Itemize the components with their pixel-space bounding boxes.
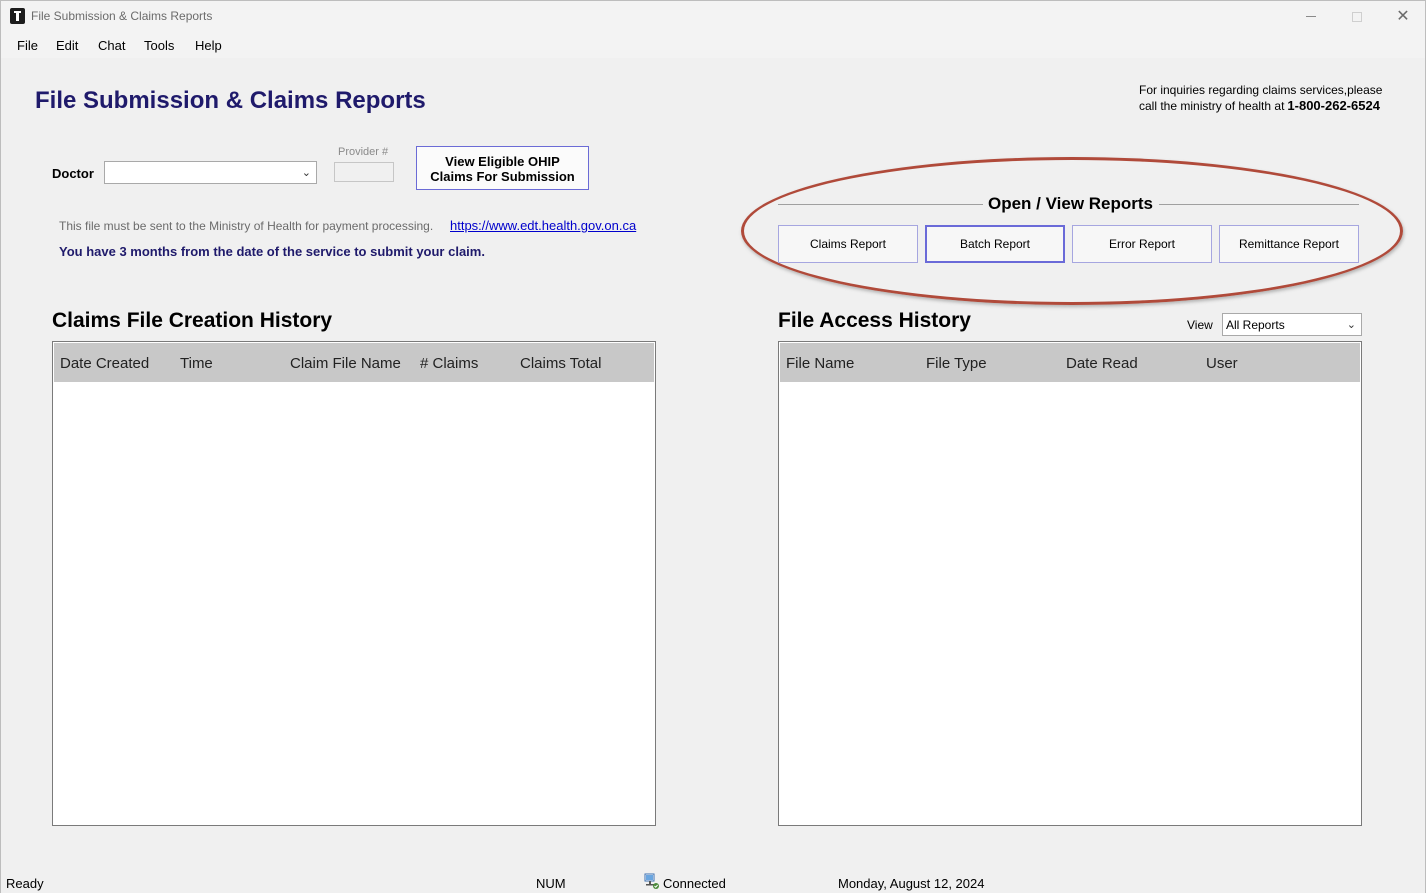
view-eligible-ohip-claims-button[interactable]: View Eligible OHIP Claims For Submission <box>416 146 589 190</box>
menu-bar: File Edit Chat Tools Help <box>1 32 1425 58</box>
group-divider <box>778 204 983 205</box>
ohip-button-line1: View Eligible OHIP <box>445 154 560 169</box>
status-date: Monday, August 12, 2024 <box>838 876 985 891</box>
close-icon: ✕ <box>1396 7 1410 25</box>
claims-history-table[interactable]: Date Created Time Claim File Name # Clai… <box>52 341 656 826</box>
menu-edit[interactable]: Edit <box>56 38 78 53</box>
menu-tools[interactable]: Tools <box>144 38 174 53</box>
doctor-dropdown[interactable]: ⌄ <box>104 161 317 184</box>
title-bar: File Submission & Claims Reports ✕ <box>1 1 1425 32</box>
column-file-type[interactable]: File Type <box>926 355 987 372</box>
status-text: Ready <box>6 876 44 891</box>
inquiry-text: For inquiries regarding claims services,… <box>1139 83 1383 97</box>
inquiry-prefix: call the ministry of health at <box>1139 99 1285 113</box>
page-title: File Submission & Claims Reports <box>35 87 426 114</box>
window-title: File Submission & Claims Reports <box>31 9 213 23</box>
group-divider <box>1159 204 1359 205</box>
column-file-name[interactable]: File Name <box>786 355 854 372</box>
batch-report-button[interactable]: Batch Report <box>925 225 1065 263</box>
chevron-down-icon: ⌄ <box>1346 319 1356 331</box>
menu-chat[interactable]: Chat <box>98 38 125 53</box>
column-time[interactable]: Time <box>180 355 213 372</box>
column-num-claims[interactable]: # Claims <box>420 355 478 372</box>
remittance-report-button[interactable]: Remittance Report <box>1219 225 1359 263</box>
close-button[interactable]: ✕ <box>1380 1 1426 32</box>
error-report-button[interactable]: Error Report <box>1072 225 1212 263</box>
num-lock-indicator: NUM <box>536 876 566 891</box>
phone-number: 1-800-262-6524 <box>1287 98 1380 113</box>
chevron-down-icon: ⌄ <box>301 167 311 179</box>
deadline-note: You have 3 months from the date of the s… <box>59 244 485 259</box>
ohip-button-line2: Claims For Submission <box>430 169 575 184</box>
view-filter-dropdown[interactable]: All Reports ⌄ <box>1222 313 1362 336</box>
view-label: View <box>1187 318 1213 332</box>
claims-history-title: Claims File Creation History <box>52 309 333 332</box>
view-filter-value: All Reports <box>1226 318 1285 332</box>
table-header: File Name File Type Date Read User <box>780 343 1360 382</box>
doctor-label: Doctor <box>52 166 94 181</box>
column-date-read[interactable]: Date Read <box>1066 355 1138 372</box>
minimize-button[interactable] <box>1288 1 1334 32</box>
access-history-table[interactable]: File Name File Type Date Read User <box>778 341 1362 826</box>
column-claim-file-name[interactable]: Claim File Name <box>290 355 401 372</box>
reports-group-title: Open / View Reports <box>988 194 1154 213</box>
maximize-icon <box>1352 11 1362 22</box>
table-header: Date Created Time Claim File Name # Clai… <box>54 343 654 382</box>
minimize-icon <box>1306 16 1316 17</box>
column-date-created[interactable]: Date Created <box>60 355 149 372</box>
app-icon <box>10 8 25 24</box>
provider-label: Provider # <box>338 146 389 158</box>
menu-help[interactable]: Help <box>195 38 222 53</box>
network-connected-icon <box>644 873 659 889</box>
maximize-button[interactable] <box>1334 1 1380 32</box>
column-claims-total[interactable]: Claims Total <box>520 355 601 372</box>
connection-status: Connected <box>663 876 726 891</box>
inquiry-text-line2: call the ministry of health at 1-800-262-… <box>1139 98 1380 113</box>
column-user[interactable]: User <box>1206 355 1238 372</box>
claims-report-button[interactable]: Claims Report <box>778 225 918 263</box>
edt-link[interactable]: https://www.edt.health.gov.on.ca <box>450 218 636 233</box>
access-history-title: File Access History <box>778 309 971 332</box>
menu-file[interactable]: File <box>17 38 38 53</box>
status-bar: Ready NUM Connected Monday, August 12, 2… <box>1 871 1425 893</box>
app-window: File Submission & Claims Reports ✕ File … <box>0 0 1426 893</box>
provider-number-field[interactable] <box>334 162 394 182</box>
payment-note: This file must be sent to the Ministry o… <box>59 219 434 233</box>
